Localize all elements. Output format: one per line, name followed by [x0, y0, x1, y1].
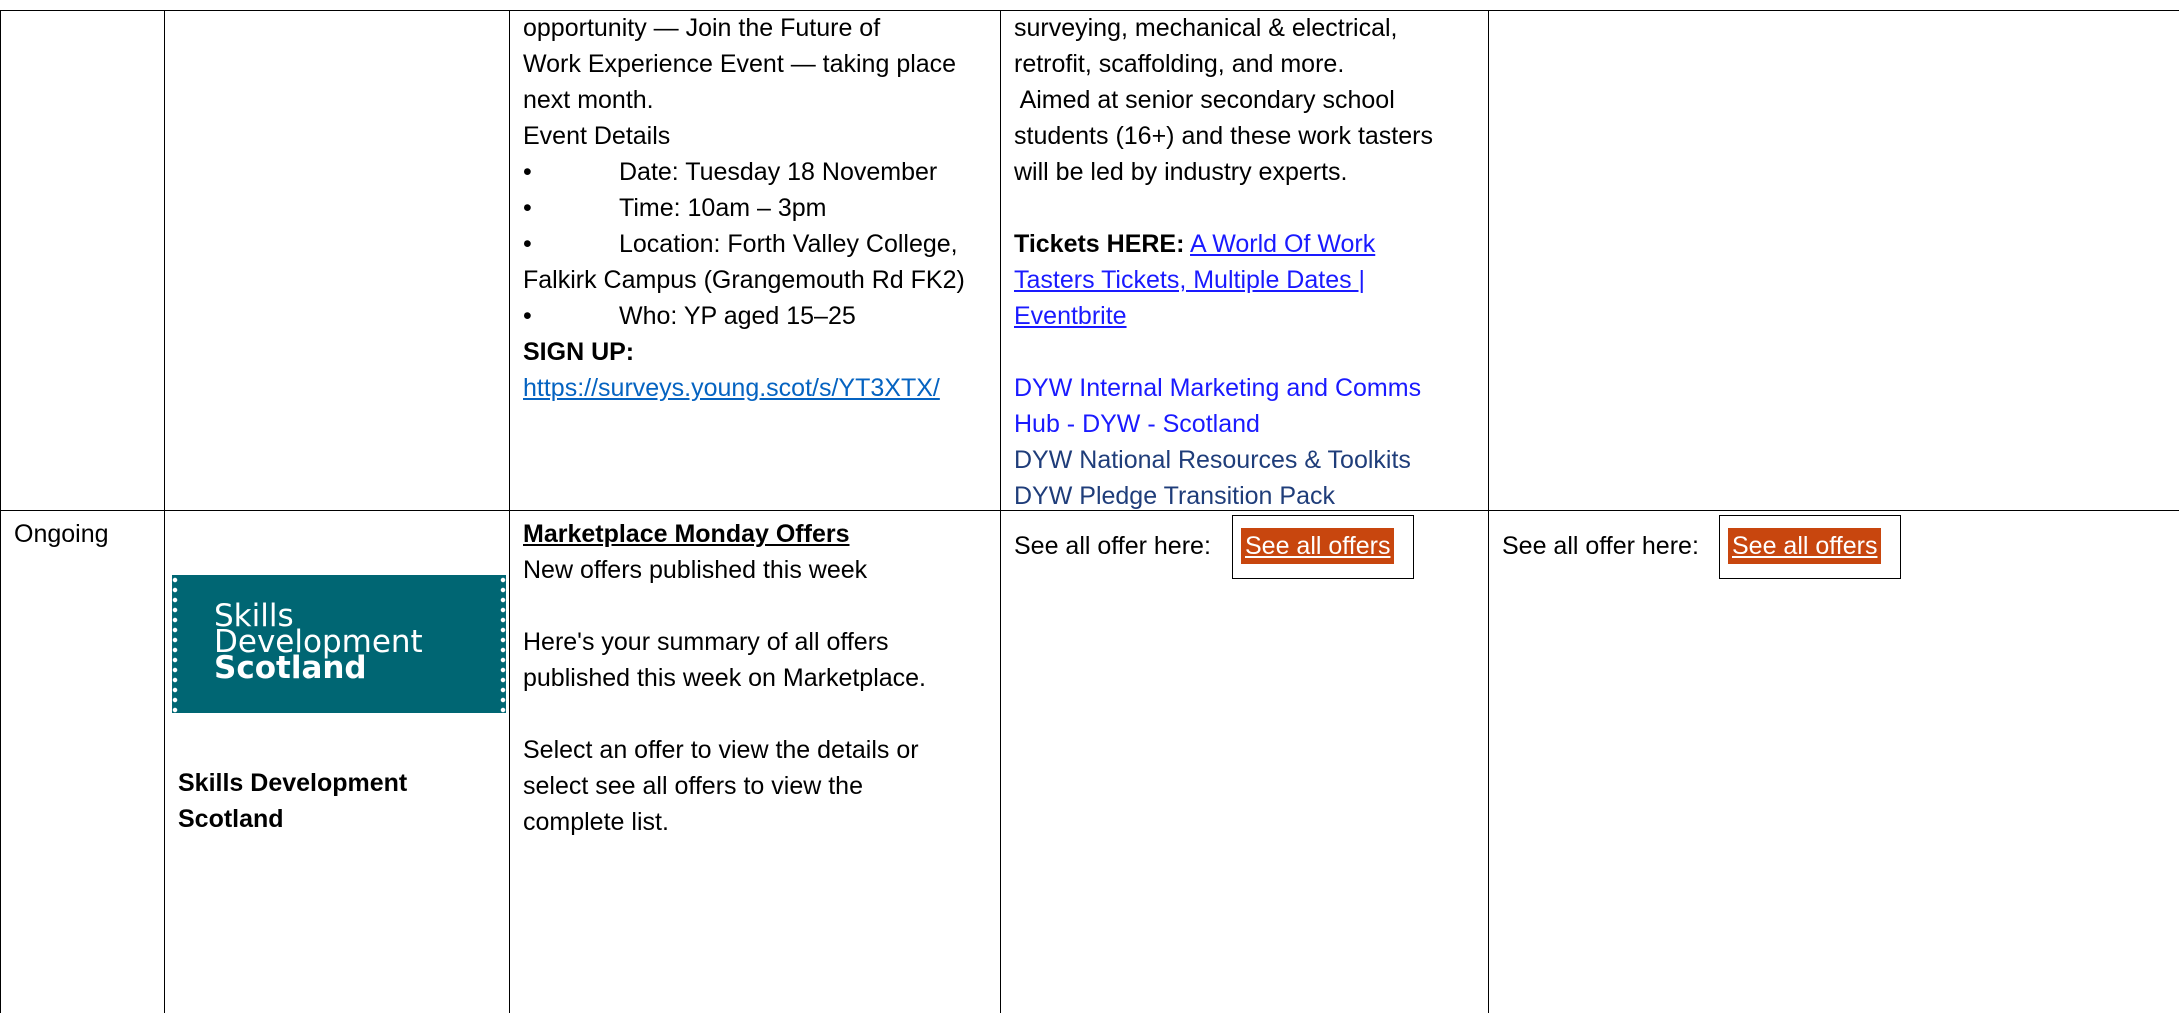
resources-link[interactable]: DYW National Resources & Toolkits	[1014, 442, 1433, 478]
tasters-text-line: students (16+) and these work tasters	[1014, 122, 1433, 150]
marketplace-text: complete list.	[523, 808, 669, 836]
offer-label: See all offer here:	[1014, 532, 1211, 560]
bullet: •	[523, 230, 532, 258]
marketplace-text: select see all offers to view the	[523, 772, 863, 800]
column-divider	[1488, 10, 1489, 1013]
tickets-label: Tickets HERE:	[1014, 230, 1185, 258]
logo-wordmark: Skills Development Scotland	[214, 601, 423, 684]
marketplace-text: Select an offer to view the details or	[523, 736, 919, 764]
tasters-text-line: retrofit, scaffolding, and more.	[1014, 50, 1345, 78]
column-divider	[164, 10, 165, 1013]
column-divider	[0, 10, 1, 1013]
ongoing-label: Ongoing	[14, 520, 109, 548]
bullet: •	[523, 302, 532, 330]
tickets-link[interactable]: Tasters Tickets, Multiple Dates |	[1014, 266, 1365, 294]
sds-logo: Skills Development Scotland	[172, 575, 506, 713]
tasters-text-line: will be led by industry experts.	[1014, 158, 1348, 186]
org-name-line: Skills Development	[178, 769, 408, 797]
pledge-link[interactable]: DYW Pledge Transition Pack	[1014, 478, 1433, 514]
column-divider	[1000, 10, 1001, 1013]
tickets-link[interactable]: A World Of Work	[1190, 230, 1375, 258]
tasters-text-line: Aimed at senior secondary school	[1014, 86, 1395, 114]
list-item: • Date: Tuesday 18 November	[523, 154, 965, 190]
marketplace-title: Marketplace Monday Offers	[523, 520, 850, 548]
event-location: Location: Forth Valley College,	[619, 230, 958, 258]
see-all-offers-button[interactable]: See all offers	[1241, 528, 1395, 564]
event-details-heading: Event Details	[523, 122, 671, 150]
tasters-text-line: surveying, mechanical & electrical,	[1014, 14, 1398, 42]
signup-label: SIGN UP:	[523, 338, 635, 366]
document-page: opportunity — Join the Future of Work Ex…	[0, 0, 2179, 1013]
event-location-cont: Falkirk Campus (Grangemouth Rd FK2)	[523, 266, 965, 294]
marketplace-text: Here's your summary of all offers	[523, 628, 889, 656]
list-item: • Location: Forth Valley College,	[523, 226, 965, 262]
org-name: Skills Development Scotland	[178, 765, 407, 837]
marketplace-text: published this week on Marketplace.	[523, 664, 927, 692]
ongoing-date-cell: Ongoing	[14, 516, 109, 552]
marketplace-details-cell: Marketplace Monday Offers New offers pub…	[523, 516, 926, 840]
list-item: • Who: YP aged 15–25	[523, 298, 965, 334]
marketplace-text: New offers published this week	[523, 556, 868, 584]
event-text-line: next month.	[523, 86, 654, 114]
event-details-cell: opportunity — Join the Future of Work Ex…	[523, 10, 965, 406]
event-text-line: Work Experience Event — taking place	[523, 50, 957, 78]
tasters-cell: surveying, mechanical & electrical, retr…	[1014, 10, 1433, 514]
signup-link[interactable]: https://surveys.young.scot/s/YT3XTX/	[523, 374, 940, 402]
hub-link[interactable]: Hub - DYW - Scotland	[1014, 406, 1433, 442]
offer-label: See all offer here:	[1502, 532, 1699, 560]
event-text-line: opportunity — Join the Future of	[523, 14, 881, 42]
column-divider	[509, 10, 510, 1013]
event-time: Time: 10am – 3pm	[619, 194, 827, 222]
bullet: •	[523, 158, 532, 186]
hub-link[interactable]: DYW Internal Marketing and Comms	[1014, 370, 1433, 406]
see-all-offers-button[interactable]: See all offers	[1728, 528, 1882, 564]
list-item: • Time: 10am – 3pm	[523, 190, 965, 226]
logo-perforation	[500, 575, 506, 713]
org-name-line: Scotland	[178, 805, 284, 833]
bullet: •	[523, 194, 532, 222]
event-date: Date: Tuesday 18 November	[619, 158, 938, 186]
logo-perforation	[172, 575, 178, 713]
event-who: Who: YP aged 15–25	[619, 302, 856, 330]
tickets-link[interactable]: Eventbrite	[1014, 302, 1127, 330]
